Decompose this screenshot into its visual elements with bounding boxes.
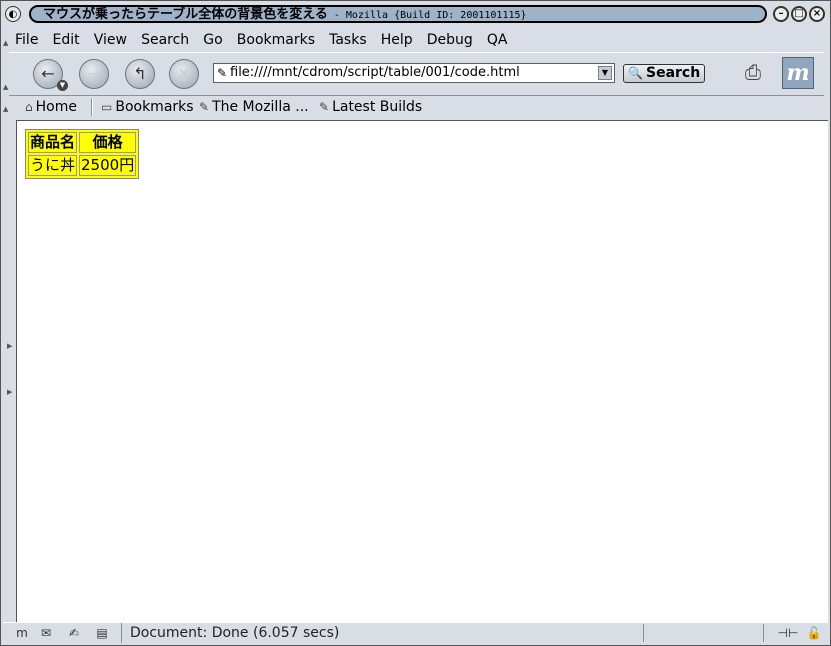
close-icon[interactable]: × bbox=[809, 6, 825, 22]
menu-go[interactable]: Go bbox=[203, 30, 222, 50]
url-history-dropdown-icon[interactable]: ▼ bbox=[598, 66, 612, 80]
navigation-toolbar: ← ▼ → ↰ ✕ ✎ file:////mnt/cdrom/script/ta… bbox=[9, 52, 824, 96]
menu-bookmarks[interactable]: Bookmarks bbox=[237, 30, 315, 50]
home-label: Home bbox=[35, 99, 77, 115]
latest-builds-link[interactable]: ✎ Latest Builds bbox=[319, 96, 422, 118]
bookmark-icon: ✎ bbox=[199, 100, 210, 114]
sidebar-grip-arrow-icon: ▶ bbox=[7, 342, 13, 350]
title-pill[interactable]: マウスが乗ったらテーブル全体の背景色を変える - Mozilla {Build … bbox=[29, 5, 767, 23]
menubar: File Edit View Search Go Bookmarks Tasks… bbox=[9, 29, 824, 49]
table-cell: うに丼 bbox=[28, 155, 78, 176]
menu-view[interactable]: View bbox=[94, 30, 127, 50]
bookmarks-button[interactable]: ▭ Bookmarks bbox=[101, 96, 194, 118]
menu-edit[interactable]: Edit bbox=[53, 30, 80, 50]
sidebar-grip-arrow-icon: ▶ bbox=[7, 388, 13, 396]
stop-button[interactable]: ✕ bbox=[169, 59, 199, 89]
table-row: うに丼 2500円 bbox=[28, 155, 137, 176]
search-button[interactable]: 🔍 Search bbox=[623, 64, 705, 83]
table-header-row: 商品名 価格 bbox=[28, 132, 137, 153]
browser-window: ◐ マウスが乗ったらテーブル全体の背景色を変える - Mozilla {Buil… bbox=[0, 0, 831, 646]
print-icon[interactable]: ⎙ bbox=[738, 59, 768, 85]
toolbar-separator bbox=[91, 98, 93, 116]
product-table[interactable]: 商品名 価格 うに丼 2500円 bbox=[25, 129, 140, 179]
sidebar-grip[interactable]: ▶ ▶ bbox=[3, 120, 15, 622]
magnifier-icon: 🔍 bbox=[628, 66, 643, 80]
forward-arrow-icon: → bbox=[87, 64, 101, 83]
online-plug-icon[interactable]: ⊣⊢ bbox=[775, 625, 801, 641]
security-lock-icon[interactable]: 🔓 bbox=[805, 625, 823, 641]
menu-file[interactable]: File bbox=[15, 30, 38, 50]
latest-builds-label: Latest Builds bbox=[332, 99, 423, 115]
mozilla-bookmark-link[interactable]: ✎ The Mozilla ... bbox=[199, 96, 309, 118]
table-header-cell: 価格 bbox=[79, 132, 137, 153]
bookmarks-label: Bookmarks bbox=[115, 99, 194, 115]
mozilla-bookmark-label: The Mozilla ... bbox=[212, 99, 309, 115]
personal-toolbar: ⌂ Home ▭ Bookmarks ✎ The Mozilla ... ✎ Lates… bbox=[9, 96, 824, 118]
url-bar[interactable]: ✎ file:////mnt/cdrom/script/table/001/co… bbox=[213, 63, 615, 83]
minimize-icon[interactable]: – bbox=[773, 6, 789, 22]
title-bar: ◐ マウスが乗ったらテーブル全体の背景色を変える - Mozilla {Buil… bbox=[3, 3, 828, 25]
folder-icon: ▭ bbox=[101, 100, 113, 114]
window-title-main: マウスが乗ったらテーブル全体の背景色を変える bbox=[43, 7, 328, 22]
menu-tasks[interactable]: Tasks bbox=[329, 30, 367, 50]
menu-debug[interactable]: Debug bbox=[427, 30, 473, 50]
home-button[interactable]: ⌂ Home bbox=[25, 96, 77, 118]
home-icon: ⌂ bbox=[25, 100, 33, 114]
forward-button[interactable]: → bbox=[79, 59, 109, 89]
menu-help[interactable]: Help bbox=[381, 30, 413, 50]
navigator-icon[interactable]: m bbox=[13, 625, 31, 641]
back-button[interactable]: ← ▼ bbox=[33, 59, 68, 91]
status-divider bbox=[643, 624, 644, 642]
search-button-label: Search bbox=[646, 65, 701, 81]
address-book-icon[interactable]: ▤ bbox=[93, 625, 111, 641]
table-header-cell: 商品名 bbox=[28, 132, 78, 153]
url-input[interactable]: file:////mnt/cdrom/script/table/001/code… bbox=[230, 64, 520, 82]
reload-icon: ↰ bbox=[133, 64, 147, 83]
status-bar: m ✉ ✍ ▤ Document: Done (6.057 secs) ⊣⊢ 🔓 bbox=[3, 622, 828, 644]
page-proxy-icon[interactable]: ✎ bbox=[217, 65, 227, 81]
reload-button[interactable]: ↰ bbox=[125, 59, 155, 89]
window-menu-icon[interactable]: ◐ bbox=[5, 6, 21, 22]
menu-search[interactable]: Search bbox=[141, 30, 189, 50]
window-title: マウスが乗ったらテーブル全体の背景色を変える - Mozilla {Build … bbox=[43, 7, 527, 22]
stop-icon: ✕ bbox=[177, 64, 191, 83]
mail-icon[interactable]: ✉ bbox=[37, 625, 55, 641]
menu-qa[interactable]: QA bbox=[487, 30, 508, 50]
back-dropdown-icon[interactable]: ▼ bbox=[57, 80, 68, 91]
window-title-build: - Mozilla {Build ID: 2001101115} bbox=[327, 10, 527, 21]
mozilla-throbber-icon[interactable]: m bbox=[782, 57, 814, 89]
bookmark-icon: ✎ bbox=[319, 100, 330, 114]
composer-icon[interactable]: ✍ bbox=[65, 625, 83, 641]
status-text: Document: Done (6.057 secs) bbox=[121, 623, 641, 643]
table-cell: 2500円 bbox=[79, 155, 137, 176]
page-content[interactable]: 商品名 価格 うに丼 2500円 bbox=[16, 120, 828, 622]
maximize-icon[interactable]: □ bbox=[791, 6, 807, 22]
status-divider bbox=[763, 624, 764, 642]
back-arrow-icon: ← bbox=[41, 64, 55, 83]
